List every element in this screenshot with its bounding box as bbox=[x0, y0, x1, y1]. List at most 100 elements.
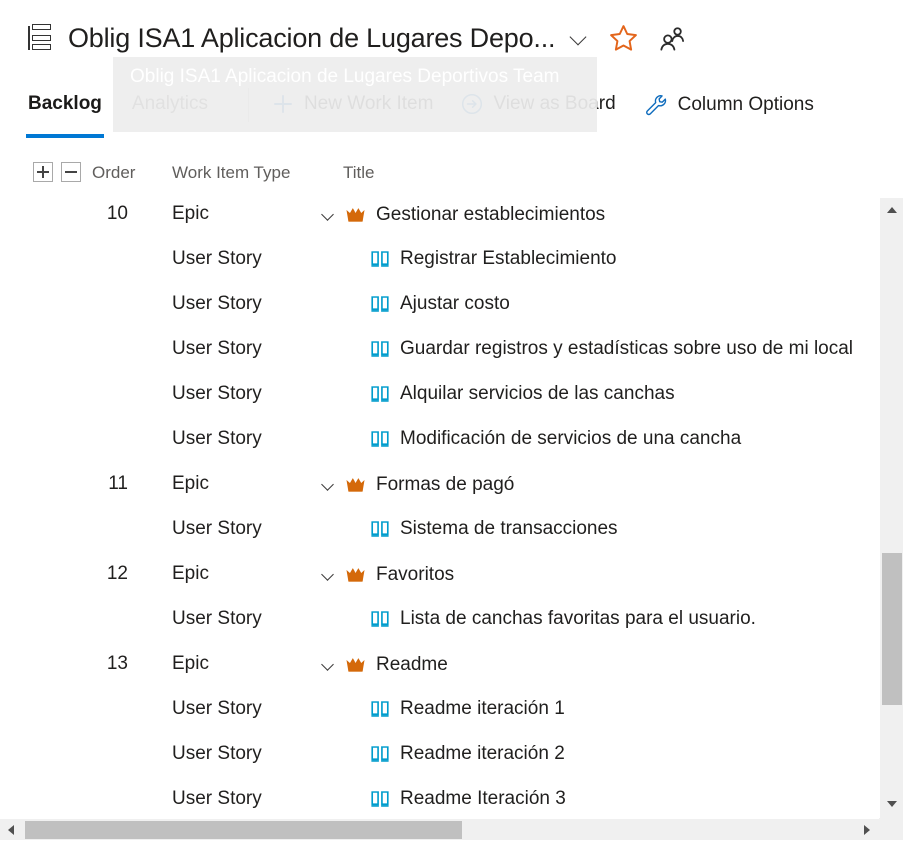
row-order: 13 bbox=[106, 653, 128, 674]
row-title[interactable]: Guardar registros y estadísticas sobre u… bbox=[400, 338, 853, 360]
row-order: 10 bbox=[106, 203, 128, 224]
column-header-title[interactable]: Title bbox=[343, 163, 375, 183]
row-title[interactable]: Formas de pagó bbox=[376, 474, 514, 496]
chevron-down-icon[interactable] bbox=[568, 27, 590, 49]
page-title: Oblig ISA1 Aplicacion de Lugares Depo... bbox=[68, 22, 556, 53]
grid-header: Order Work Item Type Title bbox=[0, 162, 903, 198]
row-title-cell: Readme Iteración 3 bbox=[369, 788, 566, 810]
scrollbar-corner bbox=[879, 818, 903, 840]
table-row[interactable]: User Story Registrar Establecimiento bbox=[0, 243, 903, 288]
row-work-item-type: Epic bbox=[172, 473, 209, 494]
row-title[interactable]: Readme iteración 2 bbox=[400, 743, 565, 765]
row-title[interactable]: Lista de canchas favoritas para el usuar… bbox=[400, 608, 756, 630]
column-options-label: Column Options bbox=[677, 94, 814, 115]
row-title-cell: Readme iteración 2 bbox=[369, 743, 565, 765]
collapse-all-button[interactable] bbox=[61, 162, 81, 182]
row-title[interactable]: Alquilar servicios de las canchas bbox=[400, 383, 675, 405]
crown-icon bbox=[344, 653, 367, 676]
book-icon bbox=[369, 248, 391, 270]
row-work-item-type: User Story bbox=[172, 788, 262, 809]
row-title[interactable]: Modificación de servicios de una cancha bbox=[400, 428, 741, 450]
column-header-order[interactable]: Order bbox=[92, 163, 135, 183]
row-title[interactable]: Gestionar establecimientos bbox=[376, 204, 605, 226]
table-row[interactable]: User Story Lista de canchas favoritas par… bbox=[0, 603, 903, 648]
row-title-cell: Sistema de transacciones bbox=[369, 518, 618, 540]
row-title[interactable]: Favoritos bbox=[376, 564, 454, 586]
row-title[interactable]: Registrar Establecimiento bbox=[400, 248, 616, 270]
scroll-up-arrow-icon[interactable] bbox=[880, 200, 903, 220]
horizontal-scroll-thumb[interactable] bbox=[25, 821, 462, 839]
tab-backlog[interactable]: Backlog bbox=[26, 92, 104, 138]
book-icon bbox=[369, 743, 391, 765]
book-icon bbox=[369, 293, 391, 315]
row-order: 12 bbox=[106, 563, 128, 584]
team-name-tooltip: Oblig ISA1 Aplicacion de Lugares Deporti… bbox=[113, 57, 597, 132]
scroll-down-arrow-icon[interactable] bbox=[880, 794, 903, 814]
row-work-item-type: Epic bbox=[172, 653, 209, 674]
table-row[interactable]: User Story Readme iteración 1 bbox=[0, 693, 903, 738]
row-work-item-type: User Story bbox=[172, 338, 262, 359]
row-work-item-type: User Story bbox=[172, 293, 262, 314]
crown-icon bbox=[344, 203, 367, 226]
star-icon[interactable] bbox=[608, 23, 639, 54]
crown-icon bbox=[344, 563, 367, 586]
book-icon bbox=[369, 518, 391, 540]
table-row[interactable]: User Story Readme Iteración 3 bbox=[0, 783, 903, 818]
table-row[interactable]: User Story Guardar registros y estadístic… bbox=[0, 333, 903, 378]
row-title-cell: Favoritos bbox=[321, 563, 454, 586]
row-title-cell: Formas de pagó bbox=[321, 473, 514, 496]
table-row[interactable]: 12 Epic Favoritos bbox=[0, 558, 903, 603]
row-work-item-type: User Story bbox=[172, 608, 262, 629]
row-work-item-type: Epic bbox=[172, 563, 209, 584]
book-icon bbox=[369, 608, 391, 630]
book-icon bbox=[369, 338, 391, 360]
table-row[interactable]: 13 Epic Readme bbox=[0, 648, 903, 693]
row-title-cell: Gestionar establecimientos bbox=[321, 203, 605, 226]
row-work-item-type: User Story bbox=[172, 428, 262, 449]
row-order: 11 bbox=[108, 473, 128, 494]
column-options-button[interactable]: Column Options bbox=[643, 92, 814, 118]
table-row[interactable]: User Story Ajustar costo bbox=[0, 288, 903, 333]
row-title[interactable]: Readme bbox=[376, 654, 448, 676]
row-title[interactable]: Readme Iteración 3 bbox=[400, 788, 566, 810]
book-icon bbox=[369, 698, 391, 720]
row-title-cell: Alquilar servicios de las canchas bbox=[369, 383, 675, 405]
row-title[interactable]: Sistema de transacciones bbox=[400, 518, 618, 540]
row-title[interactable]: Ajustar costo bbox=[400, 293, 510, 315]
row-title[interactable]: Readme iteración 1 bbox=[400, 698, 565, 720]
table-row[interactable]: User Story Sistema de transacciones bbox=[0, 513, 903, 558]
scroll-left-arrow-icon[interactable] bbox=[1, 819, 23, 841]
horizontal-scrollbar[interactable] bbox=[0, 818, 903, 840]
row-work-item-type: User Story bbox=[172, 698, 262, 719]
row-expand-chevron-icon[interactable] bbox=[321, 478, 335, 492]
row-expand-chevron-icon[interactable] bbox=[321, 568, 335, 582]
table-row[interactable]: User Story Alquilar servicios de las canc… bbox=[0, 378, 903, 423]
row-work-item-type: Epic bbox=[172, 203, 209, 224]
crown-icon bbox=[344, 473, 367, 496]
people-icon[interactable] bbox=[657, 24, 686, 53]
table-row[interactable]: 10 Epic Gestionar establecimientos bbox=[0, 198, 903, 243]
row-title-cell: Modificación de servicios de una cancha bbox=[369, 428, 741, 450]
table-row[interactable]: User Story Readme iteración 2 bbox=[0, 738, 903, 783]
row-work-item-type: User Story bbox=[172, 518, 262, 539]
row-expand-chevron-icon[interactable] bbox=[321, 208, 335, 222]
column-header-work-item-type[interactable]: Work Item Type bbox=[172, 163, 290, 183]
scroll-right-arrow-icon[interactable] bbox=[856, 819, 878, 841]
row-title-cell: Registrar Establecimiento bbox=[369, 248, 616, 270]
row-title-cell: Readme iteración 1 bbox=[369, 698, 565, 720]
row-work-item-type: User Story bbox=[172, 383, 262, 404]
vertical-scroll-thumb[interactable] bbox=[882, 553, 902, 705]
book-icon bbox=[369, 428, 391, 450]
vertical-scrollbar[interactable] bbox=[879, 198, 903, 818]
row-title-cell: Readme bbox=[321, 653, 448, 676]
backlog-list-icon bbox=[26, 24, 52, 52]
row-work-item-type: User Story bbox=[172, 248, 262, 269]
expand-all-button[interactable] bbox=[33, 162, 53, 182]
row-expand-chevron-icon[interactable] bbox=[321, 658, 335, 672]
table-row[interactable]: 11 Epic Formas de pagó bbox=[0, 468, 903, 513]
row-title-cell: Lista de canchas favoritas para el usuar… bbox=[369, 608, 756, 630]
book-icon bbox=[369, 383, 391, 405]
backlog-rows: 10 Epic Gestionar establecimientos User Sto… bbox=[0, 198, 903, 818]
table-row[interactable]: User Story Modificación de servicios de u… bbox=[0, 423, 903, 468]
row-title-cell: Guardar registros y estadísticas sobre u… bbox=[369, 338, 853, 360]
